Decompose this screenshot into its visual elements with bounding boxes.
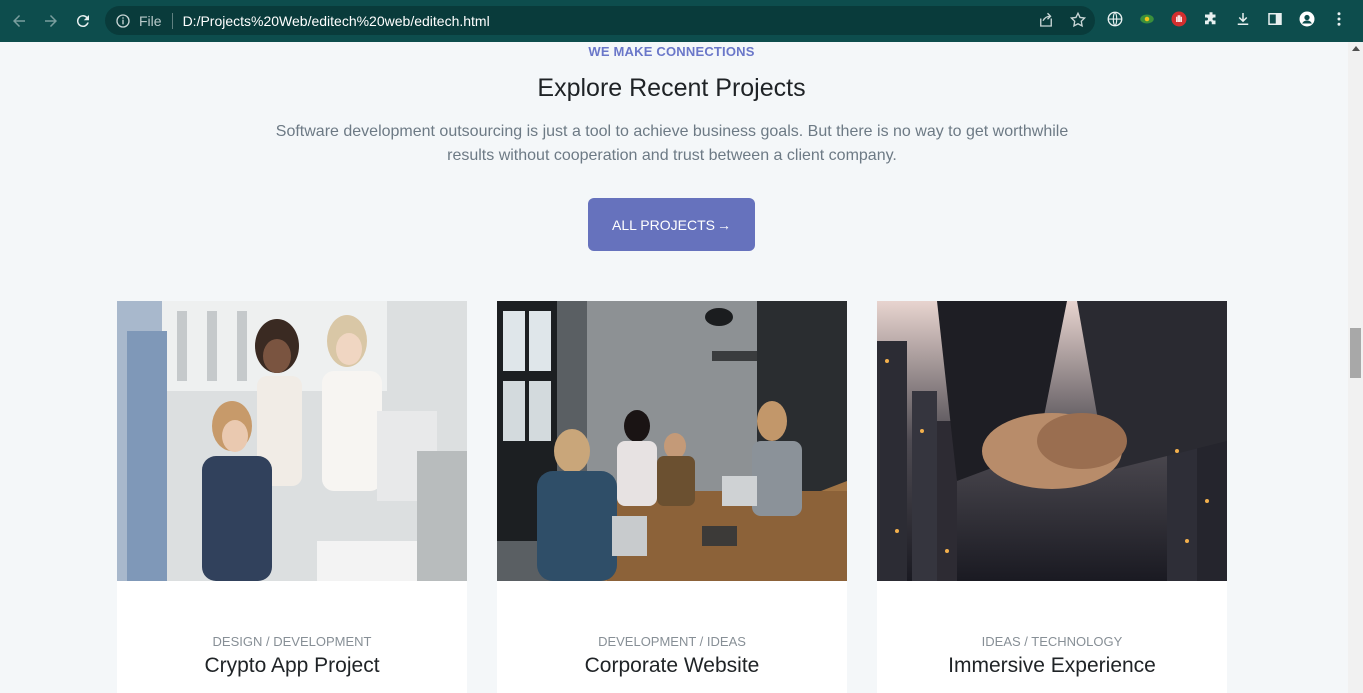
browser-toolbar: File D:/Projects%20Web/editech%20web/edi… xyxy=(0,0,1363,42)
project-image-office-meeting[interactable] xyxy=(497,301,847,581)
extensions-puzzle-icon[interactable] xyxy=(1200,8,1222,30)
side-panel-icon[interactable] xyxy=(1264,8,1286,30)
project-category: DEVELOPMENT / IDEAS xyxy=(598,634,746,649)
all-projects-button[interactable]: ALL PROJECTS → xyxy=(588,198,755,251)
download-icon[interactable] xyxy=(1232,8,1254,30)
scroll-up-arrow-icon[interactable] xyxy=(1352,46,1360,51)
url-text[interactable]: D:/Projects%20Web/editech%20web/editech.… xyxy=(183,13,490,29)
back-icon[interactable] xyxy=(3,5,35,37)
page-scrollbar[interactable] xyxy=(1348,42,1363,693)
share-icon[interactable] xyxy=(1037,11,1055,29)
all-projects-label: ALL PROJECTS xyxy=(612,216,715,233)
project-card[interactable]: DESIGN / DEVELOPMENT Crypto App Project xyxy=(117,301,467,693)
arrow-right-icon: → xyxy=(716,216,731,233)
scroll-thumb[interactable] xyxy=(1350,328,1361,378)
project-title[interactable]: Corporate Website xyxy=(497,654,847,678)
section-title: Explore Recent Projects xyxy=(537,74,806,102)
description-line: results without cooperation and trust be… xyxy=(447,147,897,164)
section-description: Software development outsourcing is just… xyxy=(272,120,1072,168)
project-category: DESIGN / DEVELOPMENT xyxy=(212,634,372,649)
project-category: IDEAS / TECHNOLOGY xyxy=(981,634,1123,649)
address-bar[interactable]: File D:/Projects%20Web/editech%20web/edi… xyxy=(105,6,1095,35)
menu-kebab-icon[interactable] xyxy=(1328,8,1350,30)
divider xyxy=(171,12,173,29)
info-icon[interactable] xyxy=(115,13,131,29)
bookmark-star-icon[interactable] xyxy=(1069,11,1087,29)
project-title[interactable]: Immersive Experience xyxy=(877,654,1227,678)
description-line: Software development outsourcing is just… xyxy=(275,123,1069,140)
project-image-team-meeting[interactable] xyxy=(117,301,467,581)
project-image-handshake[interactable] xyxy=(877,301,1227,581)
globe-extension-icon[interactable] xyxy=(1104,8,1126,30)
section-eyebrow: WE MAKE CONNECTIONS xyxy=(588,44,755,59)
eye-extension-icon[interactable] xyxy=(1136,8,1158,30)
project-card[interactable]: DEVELOPMENT / IDEAS Corporate Website xyxy=(497,301,847,693)
project-card[interactable]: IDEAS / TECHNOLOGY Immersive Experience xyxy=(877,301,1227,693)
reload-icon[interactable] xyxy=(67,5,99,37)
page-content: WE MAKE CONNECTIONS Explore Recent Proje… xyxy=(0,42,1348,693)
forward-icon[interactable] xyxy=(35,5,67,37)
file-label: File xyxy=(139,12,162,29)
profile-avatar-icon[interactable] xyxy=(1296,8,1318,30)
hand-extension-icon[interactable] xyxy=(1168,8,1190,30)
project-title[interactable]: Crypto App Project xyxy=(117,654,467,678)
